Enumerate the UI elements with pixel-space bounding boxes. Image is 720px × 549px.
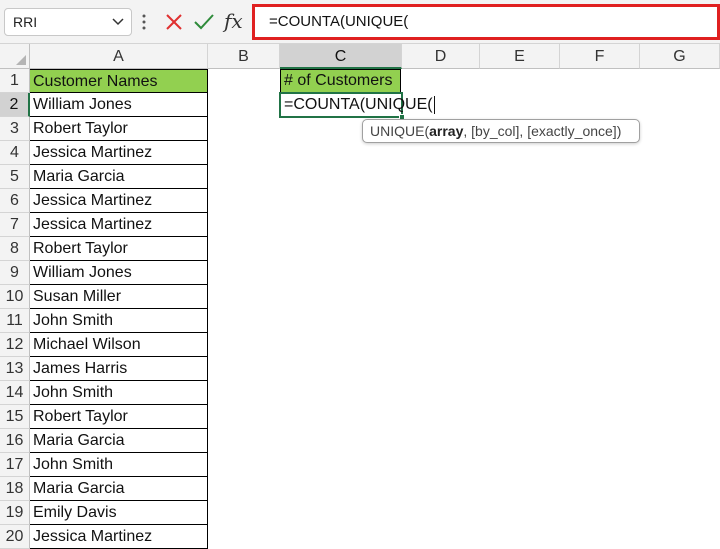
cancel-icon[interactable] xyxy=(164,8,184,36)
column-header-c[interactable]: C xyxy=(280,44,402,69)
row-header-4[interactable]: 4 xyxy=(0,141,30,165)
column-header-f[interactable]: F xyxy=(560,44,640,69)
row-header-12[interactable]: 12 xyxy=(0,333,30,357)
cell-a6[interactable]: Jessica Martinez xyxy=(30,189,208,213)
cell-a1-header[interactable]: Customer Names xyxy=(30,69,208,93)
chevron-down-icon[interactable] xyxy=(111,9,125,35)
row-header-9[interactable]: 9 xyxy=(0,261,30,285)
row-header-13[interactable]: 13 xyxy=(0,357,30,381)
column-header-g[interactable]: G xyxy=(640,44,720,69)
name-box-value: RRI xyxy=(13,14,38,30)
spreadsheet-grid: A B C D E F G 1 2 3 4 5 6 7 8 9 10 11 12 13 14 15 16 17 1… xyxy=(0,44,720,549)
formula-bar-actions: fx xyxy=(158,8,250,36)
row-header-8[interactable]: 8 xyxy=(0,237,30,261)
cell-a7[interactable]: Jessica Martinez xyxy=(30,213,208,237)
column-header-e[interactable]: E xyxy=(480,44,560,69)
tooltip-current-arg: array xyxy=(429,123,464,139)
row-header-11[interactable]: 11 xyxy=(0,309,30,333)
cell-a18[interactable]: Maria Garcia xyxy=(30,477,208,501)
row-header-3[interactable]: 3 xyxy=(0,117,30,141)
row-header-16[interactable]: 16 xyxy=(0,429,30,453)
tooltip-rest: , [by_col], [exactly_once]) xyxy=(463,123,622,139)
row-header-10[interactable]: 10 xyxy=(0,285,30,309)
row-header-19[interactable]: 19 xyxy=(0,501,30,525)
row-header-15[interactable]: 15 xyxy=(0,405,30,429)
row-header-1[interactable]: 1 xyxy=(0,69,30,93)
row-header-7[interactable]: 7 xyxy=(0,213,30,237)
cell-c2-formula: =COUNTA(UNIQUE( xyxy=(284,96,433,113)
cell-a11[interactable]: John Smith xyxy=(30,309,208,333)
cell-a17[interactable]: John Smith xyxy=(30,453,208,477)
column-header-a[interactable]: A xyxy=(30,44,208,69)
row-header-18[interactable]: 18 xyxy=(0,477,30,501)
name-box[interactable]: RRI xyxy=(4,8,132,36)
row-header-17[interactable]: 17 xyxy=(0,453,30,477)
cell-a13[interactable]: James Harris xyxy=(30,357,208,381)
cell-a3[interactable]: Robert Taylor xyxy=(30,117,208,141)
row-header-5[interactable]: 5 xyxy=(0,165,30,189)
select-all-icon xyxy=(16,55,26,65)
cell-a2[interactable]: William Jones xyxy=(30,93,208,117)
cell-c1[interactable]: # of Customers xyxy=(280,69,401,93)
cell-c2-active[interactable]: =COUNTA(UNIQUE( xyxy=(279,92,435,120)
cell-a14[interactable]: John Smith xyxy=(30,381,208,405)
formula-input[interactable]: =COUNTA(UNIQUE( xyxy=(252,4,720,40)
cell-a12[interactable]: Michael Wilson xyxy=(30,333,208,357)
row-header-20[interactable]: 20 xyxy=(0,525,30,549)
cell-a8[interactable]: Robert Taylor xyxy=(30,237,208,261)
cell-a4[interactable]: Jessica Martinez xyxy=(30,141,208,165)
tooltip-function: UNIQUE( xyxy=(370,123,430,139)
cell-a16[interactable]: Maria Garcia xyxy=(30,429,208,453)
cell-a19[interactable]: Emily Davis xyxy=(30,501,208,525)
cell-a15[interactable]: Robert Taylor xyxy=(30,405,208,429)
more-options-icon[interactable] xyxy=(141,12,147,32)
formula-bar: RRI fx =COUNTA(UNIQUE( xyxy=(0,0,720,44)
enter-check-icon[interactable] xyxy=(192,8,216,36)
row-header-2[interactable]: 2 xyxy=(0,93,30,117)
column-header-b[interactable]: B xyxy=(208,44,280,69)
row-header-14[interactable]: 14 xyxy=(0,381,30,405)
text-caret xyxy=(433,95,435,114)
cell-a5[interactable]: Maria Garcia xyxy=(30,165,208,189)
row-header-6[interactable]: 6 xyxy=(0,189,30,213)
insert-function-icon[interactable]: fx xyxy=(224,9,243,33)
cell-a20[interactable]: Jessica Martinez xyxy=(30,525,208,549)
function-tooltip[interactable]: UNIQUE(array, [by_col], [exactly_once]) xyxy=(362,119,640,143)
column-header-d[interactable]: D xyxy=(402,44,480,69)
select-all-corner[interactable] xyxy=(0,44,30,69)
cell-a9[interactable]: William Jones xyxy=(30,261,208,285)
cell-a10[interactable]: Susan Miller xyxy=(30,285,208,309)
